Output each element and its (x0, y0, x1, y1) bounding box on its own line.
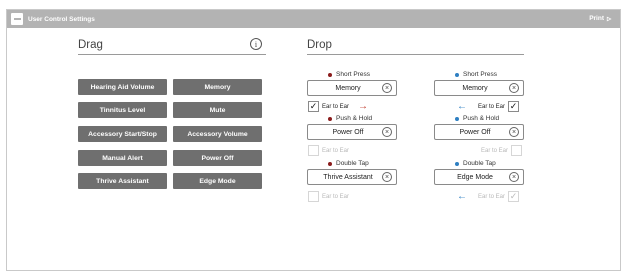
left-ear-to-ear-short-press[interactable]: ✓ Ear to Ear → (308, 101, 368, 112)
print-button[interactable]: Print (589, 15, 612, 22)
drag-button-memory[interactable]: Memory (173, 79, 262, 95)
clear-circle-icon[interactable]: × (382, 83, 392, 93)
left-slot-label-short-press: Short Press (328, 71, 370, 78)
right-ear-to-ear-push-hold: Ear to Ear (481, 145, 523, 156)
left-arrow-icon: ← (457, 190, 467, 202)
ear-to-ear-checkbox[interactable]: ✓ (308, 101, 319, 112)
drag-button-thrive-assistant[interactable]: Thrive Assistant (78, 173, 167, 189)
drag-button-power-off[interactable]: Power Off (173, 150, 262, 166)
panel-title: User Control Settings (28, 15, 95, 23)
right-ear-to-ear-double-tap: ← Ear to Ear ✓ (457, 190, 520, 202)
clear-circle-icon[interactable]: × (509, 127, 519, 137)
right-ear-dot-icon (455, 161, 459, 166)
ear-to-ear-label: Ear to Ear (481, 147, 509, 154)
drag-button-hearing-aid-volume[interactable]: Hearing Aid Volume (78, 79, 167, 95)
minus-icon (13, 18, 21, 20)
left-slot-double-tap[interactable]: Thrive Assistant × (307, 169, 397, 185)
collapse-button[interactable] (11, 13, 23, 25)
right-slot-double-tap[interactable]: Edge Mode × (434, 169, 524, 185)
ear-to-ear-checkbox[interactable]: ✓ (508, 101, 520, 112)
clear-circle-icon[interactable]: × (382, 172, 392, 182)
left-slot-short-press[interactable]: Memory × (307, 80, 397, 96)
ear-to-ear-checkbox (308, 145, 319, 156)
drag-button-edge-mode[interactable]: Edge Mode (173, 173, 262, 189)
left-ear-dot-icon (328, 116, 332, 121)
left-ear-to-ear-double-tap: Ear to Ear (308, 191, 349, 202)
left-slot-label-double-tap: Double Tap (328, 160, 369, 167)
ear-to-ear-checkbox (308, 191, 319, 202)
left-slot-push-hold[interactable]: Power Off × (307, 124, 397, 140)
ear-to-ear-label: Ear to Ear (478, 103, 506, 110)
info-icon[interactable]: i (250, 38, 262, 50)
ear-to-ear-label: Ear to Ear (322, 103, 350, 110)
drag-title: Drag (78, 39, 103, 51)
right-arrow-icon: → (358, 100, 369, 112)
drop-title: Drop (307, 39, 332, 51)
ear-to-ear-label: Ear to Ear (322, 147, 350, 154)
panel-titlebar: User Control Settings Print (7, 10, 620, 28)
arrow-icon (606, 16, 612, 21)
right-ear-dot-icon (455, 116, 459, 121)
right-slot-label-double-tap: Double Tap (455, 160, 496, 167)
ear-to-ear-checkbox: ✓ (508, 191, 520, 202)
ear-to-ear-label: Ear to Ear (322, 193, 350, 200)
ear-to-ear-label: Ear to Ear (478, 193, 506, 200)
drag-divider (78, 54, 266, 55)
clear-circle-icon[interactable]: × (382, 127, 392, 137)
drag-button-mute[interactable]: Mute (173, 102, 262, 118)
left-arrow-icon: ← (457, 100, 467, 112)
drag-button-accessory-volume[interactable]: Accessory Volume (173, 126, 262, 142)
right-slot-label-short-press: Short Press (455, 71, 497, 78)
clear-circle-icon[interactable]: × (509, 83, 519, 93)
right-ear-to-ear-short-press[interactable]: ← Ear to Ear ✓ (457, 100, 520, 112)
print-label: Print (589, 15, 604, 22)
left-ear-dot-icon (328, 72, 332, 77)
clear-circle-icon[interactable]: × (509, 172, 519, 182)
left-ear-dot-icon (328, 161, 332, 166)
left-ear-to-ear-push-hold: Ear to Ear (308, 145, 349, 156)
left-slot-label-push-hold: Push & Hold (328, 115, 372, 122)
right-slot-short-press[interactable]: Memory × (434, 80, 524, 96)
drop-divider (307, 54, 524, 55)
drag-button-accessory-start-stop[interactable]: Accessory Start/Stop (78, 126, 167, 142)
right-ear-dot-icon (455, 72, 459, 77)
drag-button-tinnitus-level[interactable]: Tinnitus Level (78, 102, 167, 118)
right-slot-label-push-hold: Push & Hold (455, 115, 499, 122)
ear-to-ear-checkbox (511, 145, 523, 156)
right-slot-push-hold[interactable]: Power Off × (434, 124, 524, 140)
drag-button-manual-alert[interactable]: Manual Alert (78, 150, 167, 166)
